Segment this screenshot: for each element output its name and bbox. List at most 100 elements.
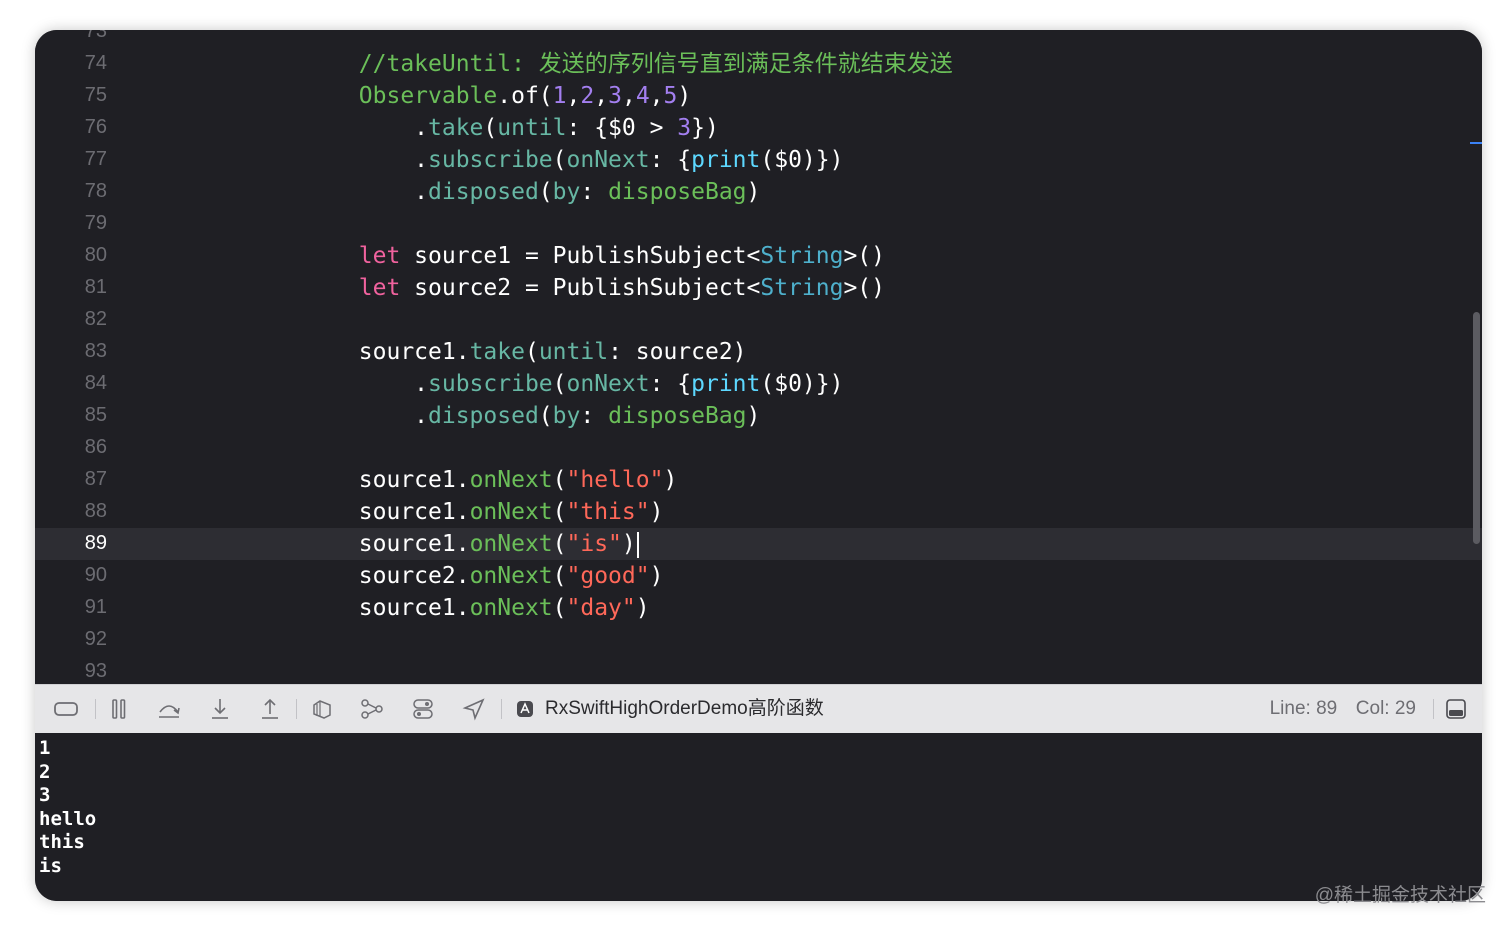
code-line[interactable]: 86 bbox=[35, 432, 1482, 464]
debug-toolbar: RxSwiftHighOrderDemo高阶函数 Line: 89 Col: 2… bbox=[35, 684, 1482, 734]
editor-scrollbar[interactable] bbox=[1473, 312, 1480, 544]
code-token: . bbox=[248, 371, 429, 397]
code-line[interactable]: 88 source1.onNext("this") bbox=[35, 496, 1482, 528]
code-token: , bbox=[566, 83, 581, 109]
step-into-icon[interactable] bbox=[207, 697, 233, 721]
code-token: ) bbox=[635, 595, 650, 621]
line-col-indicator: Line: 89 Col: 29 bbox=[1270, 697, 1416, 721]
toolbar-separator bbox=[296, 699, 297, 719]
toolbar-separator bbox=[1433, 699, 1434, 719]
line-number: 77 bbox=[84, 148, 107, 170]
code-token: "is" bbox=[566, 531, 622, 557]
watermark: @稀土掘金技术社区 bbox=[1314, 885, 1486, 906]
app-scheme-icon[interactable] bbox=[512, 697, 538, 721]
code-token: print bbox=[691, 371, 761, 397]
environment-overrides-icon[interactable] bbox=[410, 697, 436, 721]
line-number: 74 bbox=[84, 52, 107, 74]
code-token: source1. bbox=[248, 467, 470, 493]
code-token: ( bbox=[538, 403, 553, 429]
code-token: 3 bbox=[677, 115, 692, 141]
code-token: "hello" bbox=[566, 467, 664, 493]
code-line[interactable]: 77 .subscribe(onNext: {print($0)}) bbox=[35, 144, 1482, 176]
code-token: let bbox=[358, 243, 401, 269]
code-token: . bbox=[248, 179, 429, 205]
code-token: ( bbox=[483, 115, 498, 141]
code-token: : bbox=[580, 403, 609, 429]
code-line[interactable]: 89 source1.onNext("is") bbox=[35, 528, 1482, 560]
code-token: onNext bbox=[566, 371, 650, 397]
code-token: disposed bbox=[428, 403, 539, 429]
code-line[interactable]: 74 //takeUntil: 发送的序列信号直到满足条件就结束发送 bbox=[35, 48, 1482, 80]
code-token: 3 bbox=[608, 83, 622, 109]
scheme-name[interactable]: RxSwiftHighOrderDemo高阶函数 bbox=[545, 697, 824, 721]
code-line[interactable]: 75 Observable.of(1,2,3,4,5) bbox=[35, 80, 1482, 112]
code-token: source1 = PublishSubject< bbox=[400, 243, 761, 269]
console-line: 3 bbox=[39, 784, 51, 806]
code-token: : bbox=[580, 179, 609, 205]
code-text: .subscribe(onNext: {print($0)}) bbox=[248, 370, 843, 398]
memory-graph-icon[interactable] bbox=[359, 697, 385, 721]
step-over-icon[interactable] bbox=[156, 697, 182, 721]
line-label: Line: 89 bbox=[1269, 698, 1338, 719]
code-token: .of( bbox=[497, 83, 553, 109]
code-token: ) bbox=[746, 403, 761, 429]
code-token: , bbox=[594, 83, 609, 109]
code-token: >() bbox=[843, 243, 885, 269]
console-line: 1 bbox=[39, 737, 51, 759]
code-text: source1.take(until: source2) bbox=[248, 338, 747, 366]
code-line[interactable]: 83 source1.take(until: source2) bbox=[35, 336, 1482, 368]
hide-debug-area-icon[interactable] bbox=[53, 697, 79, 721]
code-token: : {$0 > bbox=[566, 115, 678, 141]
console-output[interactable]: 1 2 3 hello this is bbox=[35, 733, 1482, 901]
pause-icon[interactable] bbox=[106, 697, 132, 721]
code-line-partial: 73 bbox=[35, 30, 1482, 48]
debug-view-hierarchy-icon[interactable] bbox=[309, 697, 335, 721]
code-text: source1.onNext("this") bbox=[248, 498, 664, 526]
code-token: }) bbox=[691, 115, 719, 141]
xcode-window: 73 74 //takeUntil: 发送的序列信号直到满足条件就结束发送 75 … bbox=[35, 30, 1482, 901]
line-number: 83 bbox=[84, 340, 107, 362]
code-line[interactable]: 93 bbox=[35, 656, 1482, 684]
code-line[interactable]: 87 source1.onNext("hello") bbox=[35, 464, 1482, 496]
simulate-location-icon[interactable] bbox=[461, 697, 487, 721]
code-line[interactable]: 78 .disposed(by: disposeBag) bbox=[35, 176, 1482, 208]
toggle-console-icon[interactable] bbox=[1443, 697, 1469, 721]
code-text: .disposed(by: disposeBag) bbox=[248, 402, 760, 430]
code-line[interactable]: 92 bbox=[35, 624, 1482, 656]
code-line[interactable]: 84 .subscribe(onNext: {print($0)}) bbox=[35, 368, 1482, 400]
code-text: //takeUntil: 发送的序列信号直到满足条件就结束发送 bbox=[248, 50, 953, 78]
code-line[interactable]: 90 source2.onNext("good") bbox=[35, 560, 1482, 592]
toolbar-separator bbox=[501, 699, 502, 719]
line-number: 92 bbox=[84, 628, 107, 650]
line-number: 75 bbox=[84, 84, 107, 106]
code-line[interactable]: 85 .disposed(by: disposeBag) bbox=[35, 400, 1482, 432]
code-text: let source2 = PublishSubject<String>() bbox=[248, 274, 885, 302]
code-line[interactable]: 91 source1.onNext("day") bbox=[35, 592, 1482, 624]
code-token: subscribe bbox=[428, 371, 553, 397]
code-token: onNext bbox=[566, 147, 650, 173]
code-line[interactable]: 81 let source2 = PublishSubject<String>(… bbox=[35, 272, 1482, 304]
code-line[interactable]: 82 bbox=[35, 304, 1482, 336]
code-token: until bbox=[497, 115, 567, 141]
step-out-icon[interactable] bbox=[257, 697, 283, 721]
code-token: 5 bbox=[663, 83, 678, 109]
code-token: . bbox=[248, 115, 429, 141]
toolbar-separator bbox=[95, 699, 96, 719]
code-text: source1.onNext("day") bbox=[248, 594, 650, 622]
code-editor[interactable]: 73 74 //takeUntil: 发送的序列信号直到满足条件就结束发送 75 … bbox=[35, 30, 1482, 684]
code-token: ) bbox=[621, 531, 636, 557]
code-line[interactable]: 80 let source1 = PublishSubject<String>(… bbox=[35, 240, 1482, 272]
console-line: hello bbox=[39, 807, 97, 830]
code-token: let bbox=[358, 275, 401, 301]
code-text: source1.onNext("is") bbox=[248, 530, 639, 558]
code-token: ( bbox=[552, 467, 567, 493]
code-token: source2. bbox=[248, 563, 470, 589]
line-number: 86 bbox=[84, 436, 107, 458]
code-line[interactable]: 79 bbox=[35, 208, 1482, 240]
line-number: 90 bbox=[84, 564, 107, 586]
code-token: source1. bbox=[248, 531, 470, 557]
code-token: "this" bbox=[566, 499, 650, 525]
code-line[interactable]: 76 .take(until: {$0 > 3}) bbox=[35, 112, 1482, 144]
